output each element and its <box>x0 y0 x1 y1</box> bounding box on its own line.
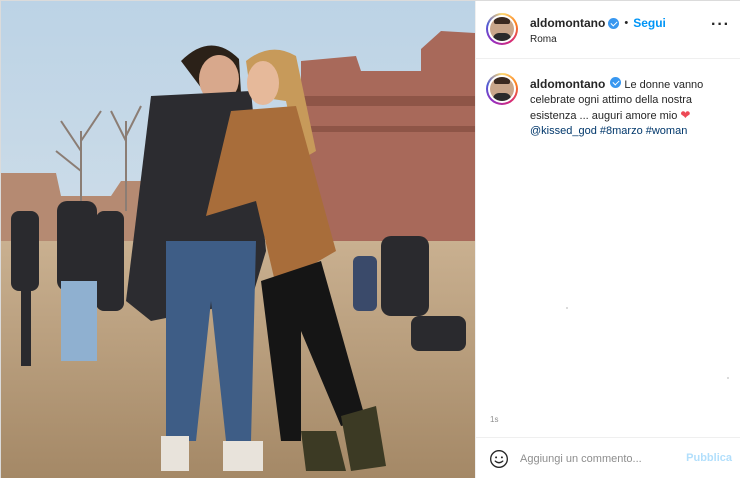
comment-bar: Pubblica <box>476 437 740 478</box>
instagram-post: aldomontano • Segui Roma ··· aldomontano… <box>0 0 740 478</box>
hashtag-link[interactable]: #woman <box>646 125 688 137</box>
mention-link[interactable]: @kissed_god <box>530 125 597 137</box>
caption-username-link[interactable]: aldomontano <box>530 77 605 91</box>
comment-input[interactable] <box>520 450 678 468</box>
avatar[interactable] <box>486 13 518 45</box>
post-caption: aldomontano Le donne vanno celebrate ogn… <box>530 77 730 139</box>
more-options-icon[interactable]: ··· <box>711 17 730 33</box>
post-side-panel: aldomontano • Segui Roma ··· aldomontano… <box>475 1 740 478</box>
avatar-image <box>490 17 514 41</box>
post-photo[interactable] <box>1 1 475 478</box>
post-timestamp: 1s <box>490 415 499 424</box>
caption-avatar[interactable] <box>486 73 518 105</box>
header-user-row: aldomontano • Segui <box>530 16 666 30</box>
hashtag-link[interactable]: #8marzo <box>600 125 643 137</box>
emoji-smile-icon[interactable] <box>489 449 509 469</box>
photo-illustration <box>1 1 475 478</box>
publish-button[interactable]: Pubblica <box>686 452 732 464</box>
separator-dot: • <box>624 17 629 29</box>
avatar-image <box>490 77 514 101</box>
location-link[interactable]: Roma <box>530 34 557 45</box>
username-link[interactable]: aldomontano <box>530 16 605 30</box>
rendering-artifact <box>566 307 568 309</box>
rendering-artifact <box>727 377 729 379</box>
red-heart-emoji: ❤ <box>680 108 691 122</box>
verified-badge-icon <box>608 17 620 29</box>
post-header: aldomontano • Segui Roma ··· <box>476 1 740 59</box>
verified-badge-icon <box>610 77 622 88</box>
follow-button[interactable]: Segui <box>633 16 666 30</box>
